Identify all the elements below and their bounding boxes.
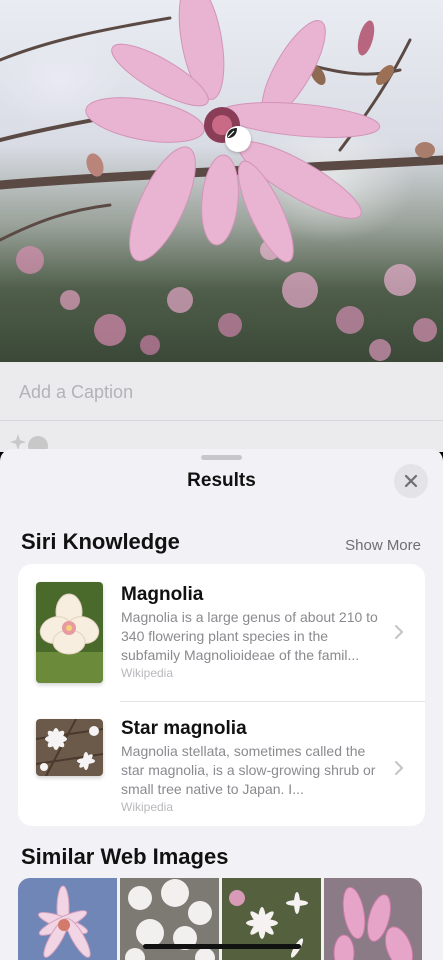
caption-area — [0, 362, 443, 452]
chevron-right-icon — [395, 761, 403, 775]
item-title: Magnolia — [121, 584, 204, 605]
visual-lookup-button[interactable] — [225, 126, 251, 152]
magnolia-thumbnail — [36, 582, 103, 683]
web-image[interactable] — [18, 878, 117, 960]
close-icon — [404, 474, 418, 488]
sheet-grabber[interactable] — [201, 455, 242, 460]
sheet-title: Results — [187, 470, 256, 491]
results-sheet: Results Siri Knowledge Show More Magnoli… — [0, 449, 443, 960]
item-description: Magnolia stellata, sometimes called the … — [121, 743, 376, 797]
knowledge-item-star-magnolia[interactable]: Star magnolia Magnolia stellata, sometim… — [18, 702, 425, 833]
caption-input[interactable]: Add a Caption — [19, 382, 133, 403]
item-description: Magnolia is a large genus of about 210 t… — [121, 609, 378, 663]
home-indicator[interactable] — [143, 944, 301, 949]
star-magnolia-thumbnail — [36, 719, 103, 776]
knowledge-item-magnolia[interactable]: Magnolia Magnolia is a large genus of ab… — [18, 564, 425, 695]
item-source: Wikipedia — [121, 666, 174, 680]
siri-knowledge-heading: Siri Knowledge — [21, 529, 180, 554]
similar-web-images-heading: Similar Web Images — [21, 844, 229, 869]
close-button[interactable] — [394, 464, 428, 498]
show-more-link[interactable]: Show More — [345, 537, 421, 554]
item-source: Wikipedia — [121, 800, 174, 814]
item-title: Star magnolia — [121, 718, 247, 739]
knowledge-card: Magnolia Magnolia is a large genus of ab… — [18, 564, 425, 826]
leaf-lookup-icon — [227, 128, 237, 138]
web-image[interactable] — [324, 878, 422, 960]
chevron-right-icon — [395, 625, 403, 639]
photo-view[interactable] — [0, 0, 443, 362]
caption-divider — [0, 420, 443, 421]
